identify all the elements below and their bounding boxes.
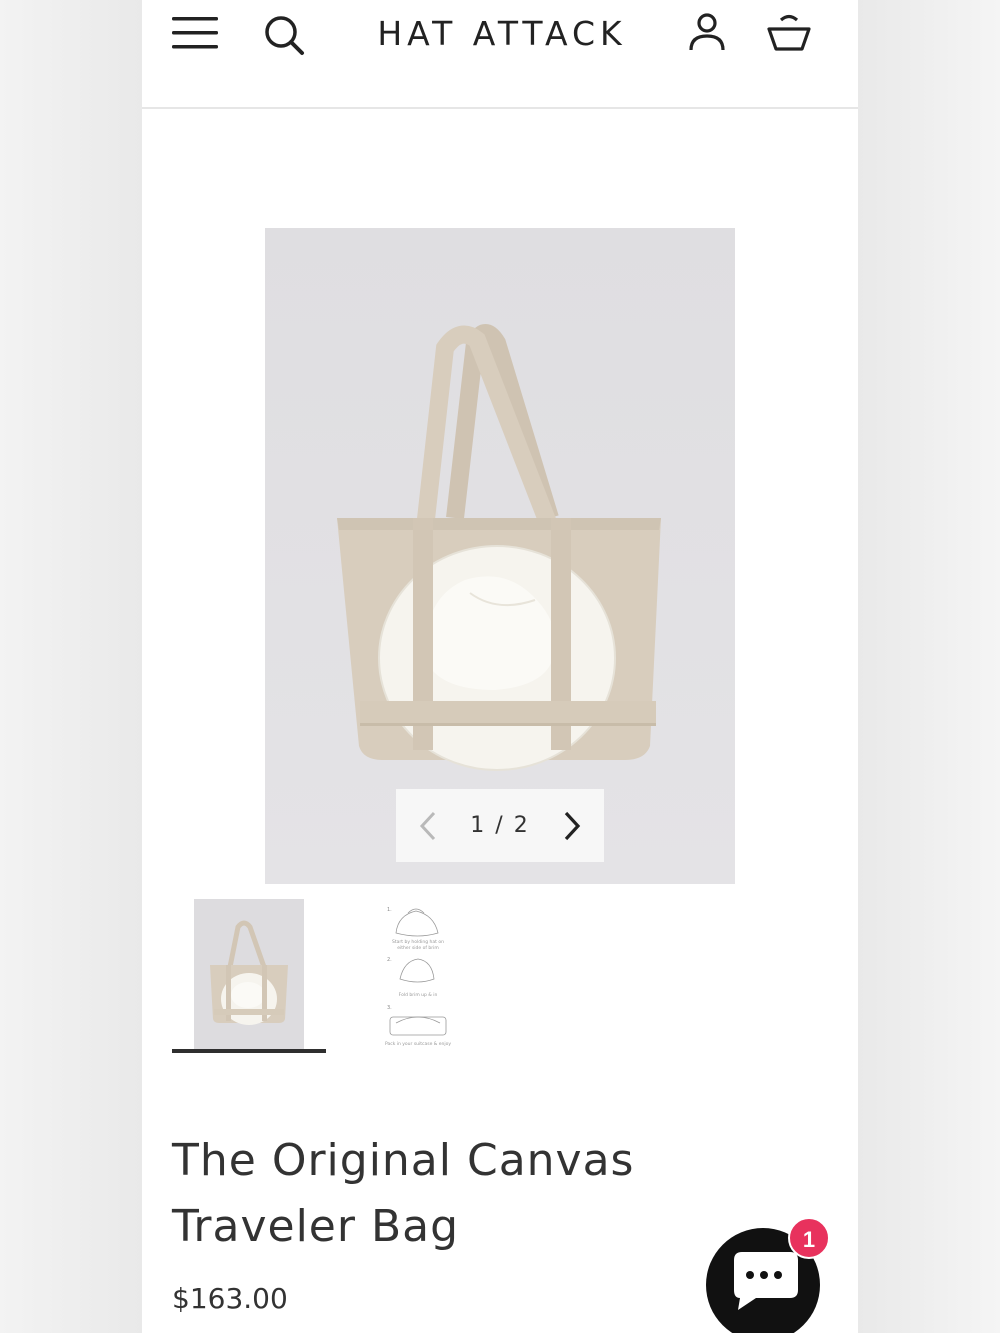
active-thumbnail-indicator: [172, 1049, 326, 1053]
thumbnail-2[interactable]: 1. Start by holding hat on either side o…: [378, 899, 458, 1049]
step1-text-line1: Start by holding hat on: [392, 939, 444, 945]
chat-notification-badge: 1: [788, 1217, 830, 1259]
image-pager: 1 / 2: [396, 789, 604, 862]
pager-counter: 1 / 2: [470, 813, 530, 838]
right-backdrop: [858, 0, 1000, 1333]
search-icon[interactable]: [262, 12, 308, 58]
account-icon[interactable]: [686, 10, 728, 56]
packing-instructions-image: 1. Start by holding hat on either side o…: [385, 907, 451, 1047]
step1-text-line2: either side of brim: [397, 945, 438, 951]
chevron-left-icon[interactable]: [414, 809, 444, 843]
tote-bag-thumbnail-image: [194, 899, 304, 1049]
chevron-right-icon[interactable]: [556, 809, 586, 843]
site-header: HAT ATTACK: [142, 0, 858, 109]
site-logo[interactable]: HAT ATTACK: [362, 14, 642, 53]
step3-number: 3.: [387, 1005, 392, 1011]
product-main-image[interactable]: 1 / 2: [265, 228, 735, 884]
tote-bag-photo: [265, 228, 735, 884]
product-price: $163.00: [172, 1282, 288, 1315]
product-title-line2: Traveler Bag: [172, 1201, 460, 1252]
step2-number: 2.: [387, 957, 392, 963]
product-title: The Original Canvas Traveler Bag: [172, 1128, 732, 1260]
step1-number: 1.: [387, 907, 392, 913]
left-backdrop: [0, 0, 142, 1333]
step2-text: Fold brim up & in: [399, 992, 438, 998]
hamburger-menu-icon[interactable]: [170, 12, 222, 56]
step3-text: Pack in your suitcase & enjoy: [385, 1041, 451, 1047]
product-title-line1: The Original Canvas: [172, 1135, 635, 1186]
cart-icon[interactable]: [764, 10, 814, 56]
product-page: HAT ATTACK 1 / 2 1. Start by holding hat…: [142, 0, 858, 1333]
thumbnail-1[interactable]: [194, 899, 304, 1049]
